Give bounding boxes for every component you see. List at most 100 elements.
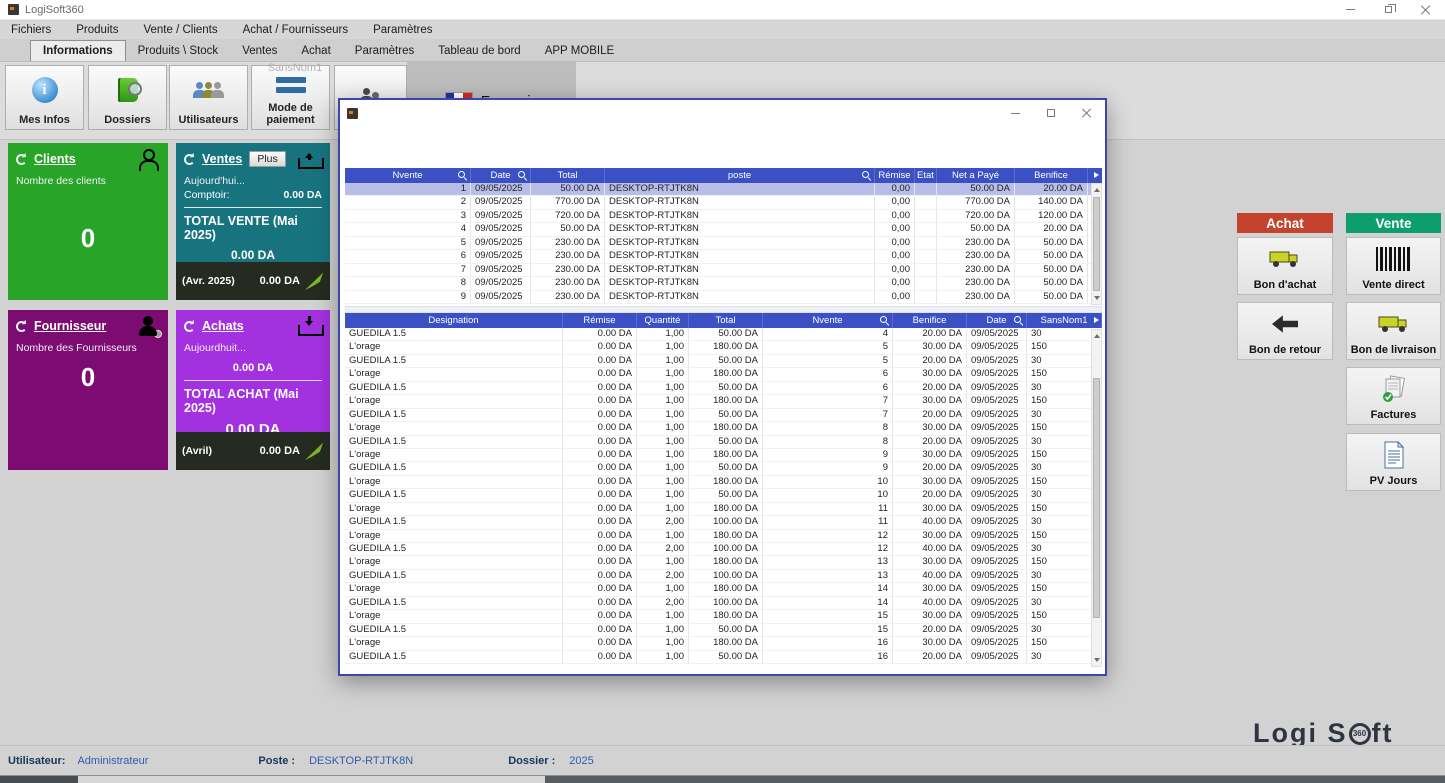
child-minimize-button[interactable] <box>997 100 1033 126</box>
table-row[interactable]: 409/05/202550.00 DADESKTOP-RTJTK8N0,0050… <box>345 223 1102 236</box>
next-column-icon[interactable] <box>1094 172 1099 178</box>
line-items-scrollbar[interactable] <box>1091 329 1102 667</box>
table-row[interactable]: 509/05/2025230.00 DADESKTOP-RTJTK8N0,002… <box>345 237 1102 250</box>
bon-retour-button[interactable]: Bon de retour <box>1237 302 1333 360</box>
search-icon[interactable] <box>518 171 527 180</box>
col-benifice[interactable]: Benifice <box>893 313 967 328</box>
col-sansnom1[interactable]: SansNom1 <box>1027 313 1102 328</box>
table-row[interactable]: L'orage0.00 DA1,00180.00 DA1230.00 DA09/… <box>345 530 1102 543</box>
col-total[interactable]: Total <box>689 313 763 328</box>
table-row[interactable]: GUEDILA 1.50.00 DA1,0050.00 DA1520.00 DA… <box>345 624 1102 637</box>
table-row[interactable]: 109/05/202550.00 DADESKTOP-RTJTK8N0,0050… <box>345 183 1102 196</box>
menu-parametres[interactable]: Paramètres <box>362 24 446 36</box>
ventes-title[interactable]: Ventes <box>202 152 242 166</box>
scroll-down-icon[interactable] <box>1092 654 1101 666</box>
table-row[interactable]: 809/05/2025230.00 DADESKTOP-RTJTK8N0,002… <box>345 277 1102 290</box>
refresh-icon[interactable] <box>184 154 195 165</box>
scroll-down-icon[interactable] <box>1092 292 1101 304</box>
tab-produits-stock[interactable]: Produits \ Stock <box>126 41 231 61</box>
table-row[interactable]: GUEDILA 1.50.00 DA1,0050.00 DA520.00 DA0… <box>345 355 1102 368</box>
table-row[interactable]: L'orage0.00 DA1,00180.00 DA1430.00 DA09/… <box>345 583 1102 596</box>
tab-ventes[interactable]: Ventes <box>230 41 289 61</box>
col-total[interactable]: Total <box>531 168 605 183</box>
search-icon[interactable] <box>880 316 889 325</box>
close-button[interactable] <box>1407 0 1445 19</box>
refresh-icon[interactable] <box>184 321 195 332</box>
table-row[interactable]: 209/05/2025770.00 DADESKTOP-RTJTK8N0,007… <box>345 196 1102 209</box>
search-icon[interactable] <box>1014 316 1023 325</box>
table-row[interactable]: GUEDILA 1.50.00 DA1,0050.00 DA620.00 DA0… <box>345 382 1102 395</box>
menu-vente-clients[interactable]: Vente / Clients <box>132 24 231 36</box>
utilisateurs-button[interactable]: Utilisateurs <box>169 65 248 130</box>
bon-achat-button[interactable]: Bon d'achat <box>1237 237 1333 295</box>
table-row[interactable]: GUEDILA 1.50.00 DA2,00100.00 DA1240.00 D… <box>345 543 1102 556</box>
table-row[interactable]: L'orage0.00 DA1,00180.00 DA1330.00 DA09/… <box>345 556 1102 569</box>
factures-button[interactable]: Factures <box>1346 367 1441 425</box>
dossiers-button[interactable]: Dossiers <box>88 65 167 130</box>
search-icon[interactable] <box>458 171 467 180</box>
table-row[interactable]: L'orage0.00 DA1,00180.00 DA1130.00 DA09/… <box>345 503 1102 516</box>
col-nvente[interactable]: Nvente <box>345 168 471 183</box>
col-net-a-paye[interactable]: Net a Payé <box>937 168 1015 183</box>
table-row[interactable]: GUEDILA 1.50.00 DA1,0050.00 DA1020.00 DA… <box>345 489 1102 502</box>
pv-jours-button[interactable]: PV Jours <box>1346 433 1441 491</box>
col-remise[interactable]: Rémise <box>875 168 915 183</box>
scroll-thumb[interactable] <box>1093 197 1100 291</box>
table-row[interactable]: GUEDILA 1.50.00 DA2,00100.00 DA1340.00 D… <box>345 570 1102 583</box>
menu-produits[interactable]: Produits <box>65 24 132 36</box>
table-row[interactable]: GUEDILA 1.50.00 DA2,00100.00 DA1440.00 D… <box>345 597 1102 610</box>
bon-livraison-button[interactable]: Bon de livraison <box>1346 302 1441 360</box>
minimize-button[interactable] <box>1331 0 1369 19</box>
next-column-icon[interactable] <box>1094 317 1099 323</box>
table-row[interactable]: L'orage0.00 DA1,00180.00 DA930.00 DA09/0… <box>345 449 1102 462</box>
table-row[interactable]: GUEDILA 1.50.00 DA1,0050.00 DA920.00 DA0… <box>345 462 1102 475</box>
tab-app-mobile[interactable]: APP MOBILE <box>533 41 626 61</box>
col-etat[interactable]: Etat <box>915 168 937 183</box>
col-remise[interactable]: Rémise <box>563 313 637 328</box>
tab-tableau-de-bord[interactable]: Tableau de bord <box>426 41 532 61</box>
table-row[interactable]: L'orage0.00 DA1,00180.00 DA1030.00 DA09/… <box>345 476 1102 489</box>
fournisseur-title[interactable]: Fournisseur <box>34 319 106 333</box>
child-close-button[interactable] <box>1069 100 1105 126</box>
achats-title[interactable]: Achats <box>202 319 244 333</box>
plus-button[interactable]: Plus <box>249 151 285 167</box>
refresh-icon[interactable] <box>16 321 27 332</box>
table-row[interactable]: GUEDILA 1.50.00 DA1,0050.00 DA1620.00 DA… <box>345 651 1102 664</box>
table-row[interactable]: 909/05/2025230.00 DADESKTOP-RTJTK8N0,002… <box>345 291 1102 304</box>
col-nvente[interactable]: Nvente <box>763 313 893 328</box>
table-row[interactable]: L'orage0.00 DA1,00180.00 DA530.00 DA09/0… <box>345 341 1102 354</box>
child-titlebar[interactable] <box>340 100 1105 126</box>
table-row[interactable]: L'orage0.00 DA1,00180.00 DA630.00 DA09/0… <box>345 368 1102 381</box>
scroll-up-icon[interactable] <box>1092 330 1101 342</box>
restore-button[interactable] <box>1369 0 1407 19</box>
table-row[interactable]: 309/05/2025720.00 DADESKTOP-RTJTK8N0,007… <box>345 210 1102 223</box>
mes-infos-button[interactable]: i Mes Infos <box>5 65 84 130</box>
table-row[interactable]: GUEDILA 1.50.00 DA1,0050.00 DA420.00 DA0… <box>345 328 1102 341</box>
mode-paiement-button[interactable]: Mode de paiement <box>251 65 330 130</box>
tab-achat[interactable]: Achat <box>289 41 342 61</box>
table-row[interactable]: GUEDILA 1.50.00 DA1,0050.00 DA720.00 DA0… <box>345 409 1102 422</box>
table-row[interactable]: 709/05/2025230.00 DADESKTOP-RTJTK8N0,002… <box>345 264 1102 277</box>
vente-direct-button[interactable]: Vente direct <box>1346 237 1441 295</box>
clients-title[interactable]: Clients <box>34 152 76 166</box>
scroll-up-icon[interactable] <box>1092 184 1101 196</box>
table-row[interactable]: 609/05/2025230.00 DADESKTOP-RTJTK8N0,002… <box>345 250 1102 263</box>
table-row[interactable]: GUEDILA 1.50.00 DA1,0050.00 DA820.00 DA0… <box>345 436 1102 449</box>
col-quantite[interactable]: Quantité <box>637 313 689 328</box>
menu-fichiers[interactable]: Fichiers <box>0 24 65 36</box>
tab-parametres[interactable]: Paramètres <box>343 41 426 61</box>
col-date[interactable]: Date <box>471 168 531 183</box>
table-row[interactable]: L'orage0.00 DA1,00180.00 DA1630.00 DA09/… <box>345 637 1102 650</box>
table-row[interactable]: L'orage0.00 DA1,00180.00 DA730.00 DA09/0… <box>345 395 1102 408</box>
taskbar-strip[interactable] <box>0 775 1445 783</box>
sales-table-scrollbar[interactable] <box>1091 183 1102 305</box>
refresh-icon[interactable] <box>16 154 27 165</box>
col-date[interactable]: Date <box>967 313 1027 328</box>
col-benifice[interactable]: Benifice <box>1015 168 1088 183</box>
sales-table-hscrollbar[interactable] <box>345 306 1102 313</box>
col-poste[interactable]: poste <box>605 168 875 183</box>
child-maximize-button[interactable] <box>1033 100 1069 126</box>
table-row[interactable]: L'orage0.00 DA1,00180.00 DA830.00 DA09/0… <box>345 422 1102 435</box>
tab-informations[interactable]: Informations <box>30 40 126 61</box>
col-designation[interactable]: Designation <box>345 313 563 328</box>
